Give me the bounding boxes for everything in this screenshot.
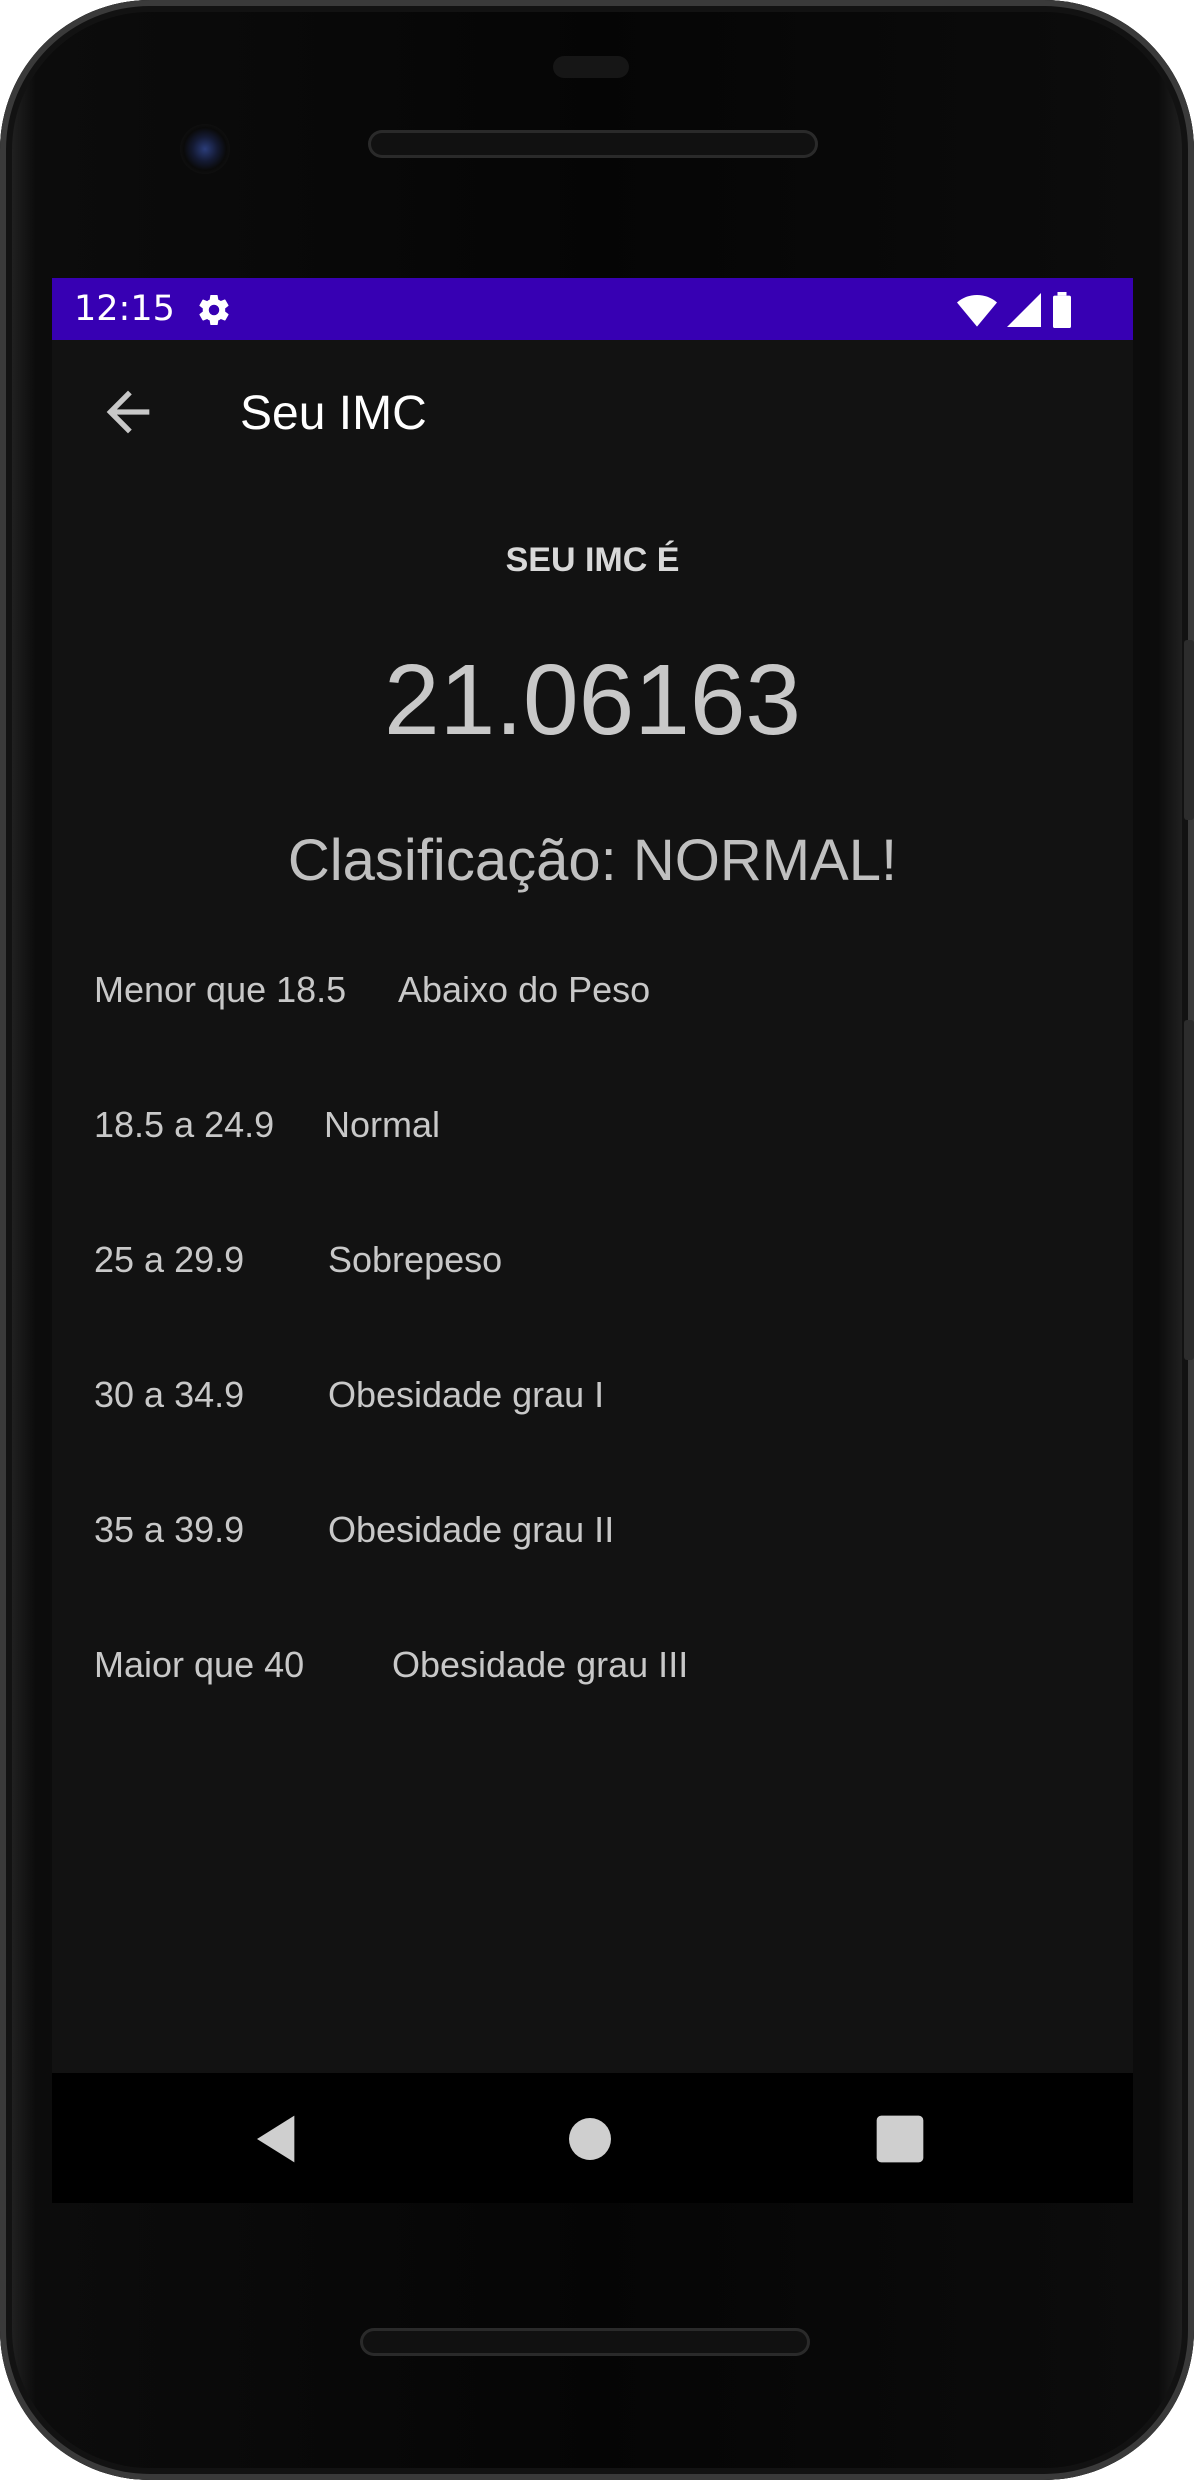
bmi-category: Obesidade grau II [328,1509,615,1550]
navigation-bar [52,2073,1133,2203]
bmi-category: Obesidade grau I [328,1374,605,1415]
bottom-speaker [360,2328,810,2356]
status-time: 12:15 [74,289,175,329]
table-row: 25 a 29.9 Sobrepeso [52,1230,1133,1290]
screen: 12:15 Seu IMC SEU IMC É 21.06163 Clasifi… [52,278,1133,2073]
volume-button [1184,1020,1194,1360]
bmi-value: 21.06163 [383,644,802,756]
bmi-category: Obesidade grau III [392,1644,689,1685]
bmi-range: 25 a 29.9 [94,1239,245,1280]
phone-frame: 12:15 Seu IMC SEU IMC É 21.06163 Clasifi… [0,0,1194,2480]
power-button [1184,640,1194,820]
classification-prefix: Clasificação: [287,828,633,893]
bmi-range: 18.5 a 24.9 [94,1104,275,1145]
top-speaker [368,130,818,158]
bmi-range: Menor que 18.5 [94,969,347,1010]
bmi-category: Abaixo do Peso [398,969,651,1010]
cellular-signal-icon [1007,293,1041,327]
earpiece [553,56,629,78]
home-circle-icon[interactable] [562,2111,618,2167]
battery-icon [1053,292,1071,328]
recents-square-icon[interactable] [872,2111,928,2167]
page-title: Seu IMC [240,387,427,440]
wifi-icon [957,295,997,327]
table-row: Menor que 18.5 Abaixo do Peso [52,960,1133,1020]
arrow-back-icon[interactable] [96,380,160,444]
table-row: 18.5 a 24.9 Normal [52,1095,1133,1155]
table-row: 30 a 34.9 Obesidade grau I [52,1365,1133,1425]
classification-value: NORMAL! [632,828,898,893]
bmi-range: 35 a 39.9 [94,1509,245,1550]
table-row: Maior que 40 Obesidade grau III [52,1635,1133,1695]
back-triangle-icon[interactable] [250,2111,306,2167]
app-bar: Seu IMC [52,340,1133,490]
status-icons [957,292,1073,328]
gear-icon [199,295,229,326]
bmi-range: 30 a 34.9 [94,1374,245,1415]
front-camera [180,124,230,174]
bmi-category: Normal [324,1104,441,1145]
table-row: 35 a 39.9 Obesidade grau II [52,1500,1133,1560]
result-label: SEU IMC É [505,541,680,579]
bmi-range: Maior que 40 [94,1644,305,1685]
classification-text: Clasificação: NORMAL! [52,826,1133,896]
bmi-category: Sobrepeso [328,1239,503,1280]
status-bar: 12:15 [52,278,1133,340]
